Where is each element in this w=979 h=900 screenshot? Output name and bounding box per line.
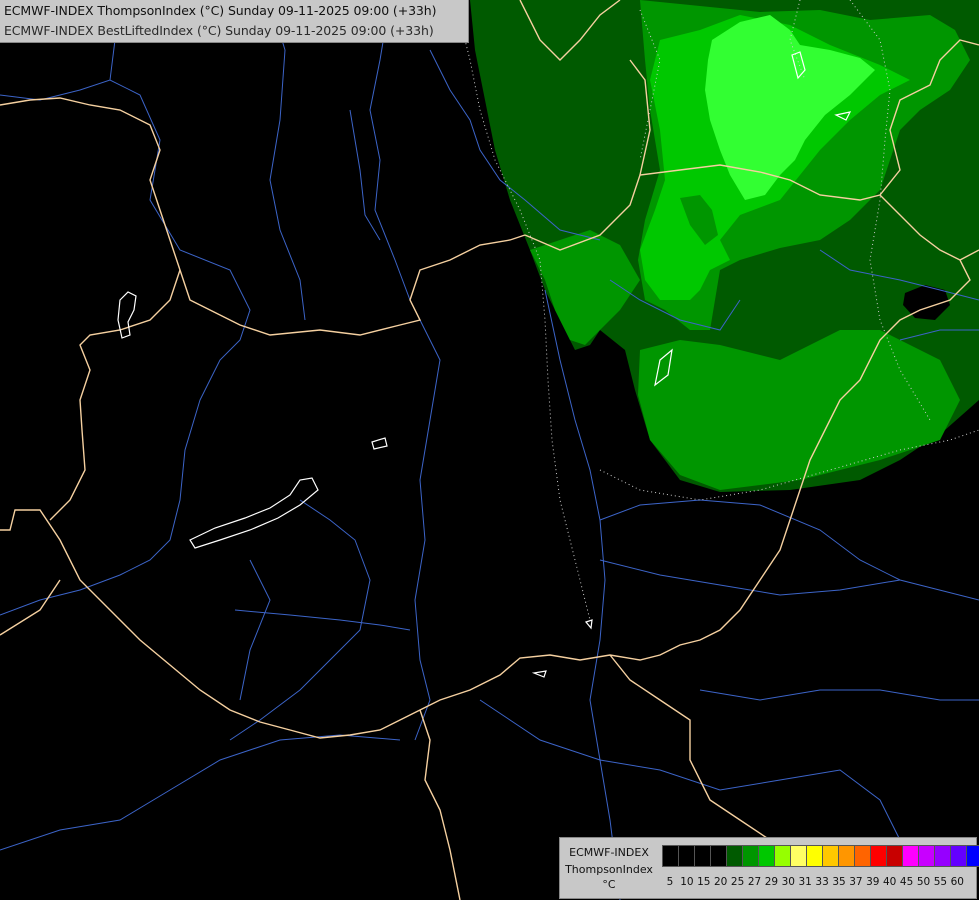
legend-ticks: 5 10 15 20 25 27 29 30 31 33 35 37 39 40 45 50 55 60 <box>666 876 975 890</box>
legend-swatch <box>966 845 979 867</box>
legend-parameter: ThompsonIndex <box>565 863 653 876</box>
title-line-thompson: ECMWF-INDEX ThompsonIndex (°C) Sunday 09… <box>4 3 437 18</box>
legend-swatch <box>822 845 839 867</box>
title-line-bestlifted: ECMWF-INDEX BestLiftedIndex (°C) Sunday … <box>4 23 434 38</box>
legend-swatch <box>918 845 935 867</box>
legend-swatch <box>774 845 791 867</box>
legend-unit: °C <box>602 878 616 891</box>
legend-tick-label: 20 <box>714 876 728 888</box>
legend-tick-label: 31 <box>798 876 812 888</box>
legend-model: ECMWF-INDEX <box>569 846 649 859</box>
legend-swatch <box>710 845 727 867</box>
legend-swatch <box>678 845 695 867</box>
color-legend: ECMWF-INDEX ThompsonIndex °C 5 10 15 20 25 27… <box>559 837 979 899</box>
legend-tick-label: 30 <box>781 876 795 888</box>
legend-swatches <box>662 845 979 867</box>
legend-tick-label: 10 <box>680 876 694 888</box>
legend-tick-label: 33 <box>815 876 829 888</box>
legend-swatch <box>934 845 951 867</box>
legend-swatch <box>758 845 775 867</box>
legend-tick-label: 40 <box>883 876 897 888</box>
legend-swatch <box>662 845 679 867</box>
legend-tick-label: 39 <box>866 876 880 888</box>
legend-swatch <box>742 845 759 867</box>
legend-tick-label: 60 <box>950 876 964 888</box>
legend-swatch <box>886 845 903 867</box>
legend-tick-label: 25 <box>730 876 745 888</box>
legend-tick-label: 29 <box>764 876 779 888</box>
map-title-box: ECMWF-INDEX ThompsonIndex (°C) Sunday 09… <box>0 0 469 43</box>
legend-swatch <box>950 845 967 867</box>
legend-tick-label: 27 <box>747 876 762 888</box>
legend-tick-label: 35 <box>832 876 846 888</box>
legend-tick-label: 15 <box>697 876 711 888</box>
legend-swatch <box>854 845 871 867</box>
legend-tick-label: 50 <box>916 876 931 888</box>
legend-swatch <box>726 845 743 867</box>
legend-tick-label: 37 <box>849 876 863 888</box>
legend-swatch <box>838 845 855 867</box>
legend-tick-label: 5 <box>666 876 674 888</box>
legend-swatch <box>790 845 807 867</box>
legend-tick-label: 45 <box>899 876 914 888</box>
legend-swatch <box>870 845 887 867</box>
weather-map[interactable] <box>0 0 979 900</box>
legend-swatch <box>902 845 919 867</box>
legend-swatch <box>806 845 823 867</box>
legend-swatch <box>694 845 711 867</box>
legend-tick-label: 55 <box>933 876 948 888</box>
